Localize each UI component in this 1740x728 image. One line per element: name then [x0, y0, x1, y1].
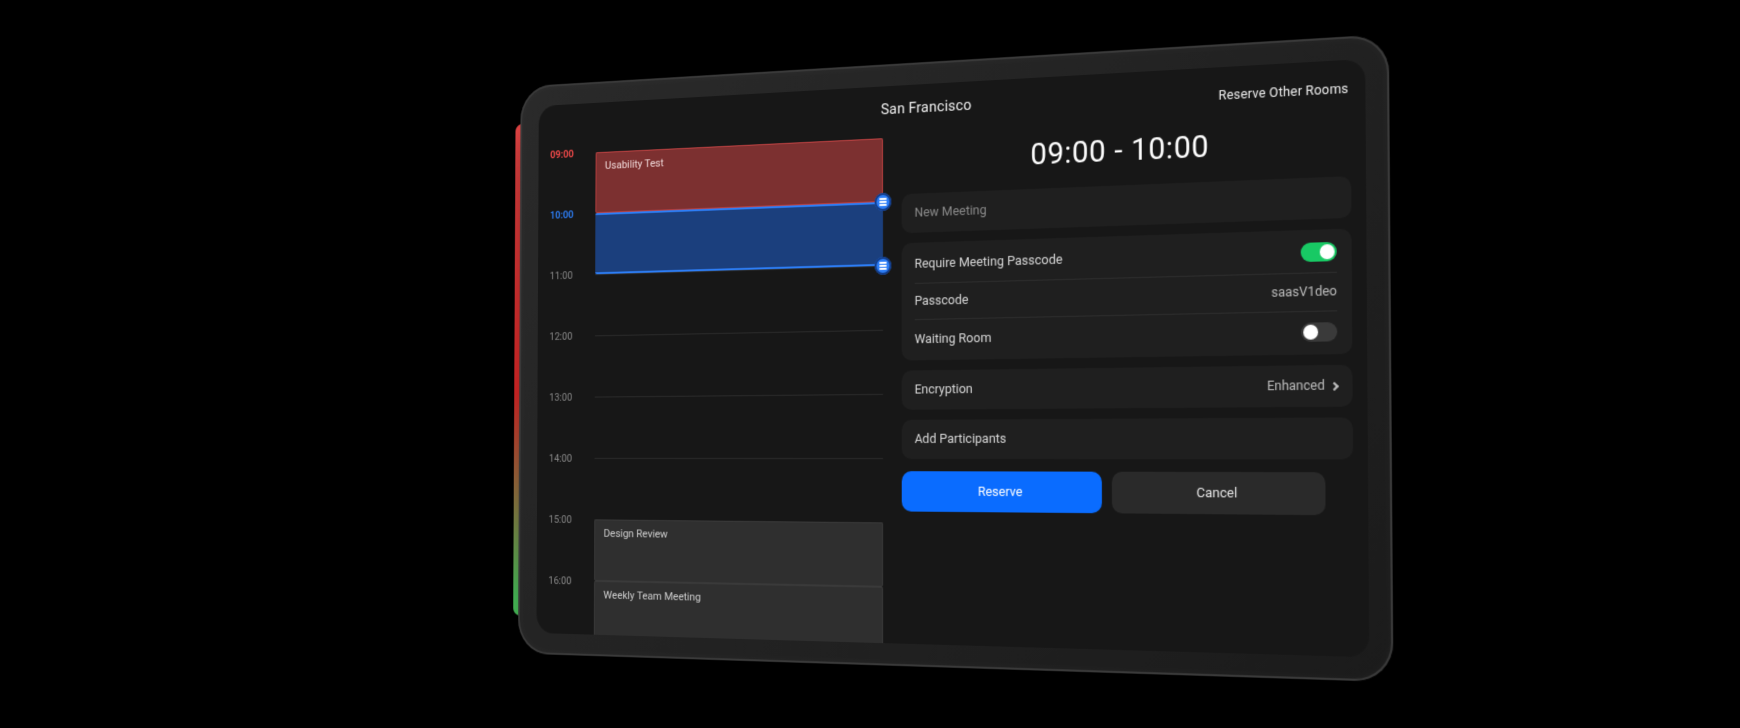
selection-handle-end[interactable]	[874, 257, 891, 275]
meeting-topic-placeholder: New Meeting	[914, 203, 986, 221]
hour-label: 16:00	[548, 574, 571, 587]
selected-time-range: 09:00 - 10:00	[901, 109, 1351, 184]
encryption-value: Enhanced	[1267, 378, 1325, 395]
passcode-value[interactable]: saasV1deo	[1271, 284, 1337, 302]
encryption-row[interactable]: Encryption Enhanced	[901, 365, 1352, 410]
room-name: San Francisco	[881, 96, 972, 119]
calendar-event[interactable]: Design Review	[594, 519, 883, 586]
hour-label: 11:00	[550, 269, 573, 282]
add-participants-row[interactable]: Add Participants	[901, 417, 1353, 459]
screen: San Francisco Reserve Other Rooms 09:00 1…	[536, 59, 1369, 658]
reservation-panel: 09:00 - 10:00 New Meeting Require Meetin…	[901, 109, 1354, 644]
schedule-timeline[interactable]: 09:00 10:00 11:00 12:00 13:00 14:00 15:00 16:00…	[548, 132, 888, 631]
passcode-label: Passcode	[914, 293, 968, 309]
chevron-right-icon	[1330, 381, 1339, 390]
hour-label: 15:00	[549, 513, 572, 526]
reserve-other-rooms-link[interactable]: Reserve Other Rooms	[1219, 81, 1349, 104]
hour-gridline	[595, 394, 883, 398]
selection-handle-start[interactable]	[874, 193, 891, 212]
encryption-label: Encryption	[914, 382, 972, 398]
hour-label: 12:00	[549, 330, 572, 343]
hour-label: 10:00	[550, 208, 574, 221]
hour-label: 13:00	[549, 391, 572, 404]
room-scheduling-tablet: San Francisco Reserve Other Rooms 09:00 1…	[518, 34, 1393, 682]
require-passcode-toggle[interactable]	[1301, 242, 1337, 262]
hour-gridline	[595, 458, 883, 459]
waiting-room-toggle[interactable]	[1301, 322, 1337, 342]
waiting-room-label: Waiting Room	[914, 330, 991, 347]
security-settings-card: Require Meeting Passcode Passcode saasV1…	[901, 229, 1352, 361]
cancel-button[interactable]: Cancel	[1112, 472, 1326, 515]
meeting-topic-input[interactable]: New Meeting	[901, 176, 1351, 233]
time-selection[interactable]	[595, 202, 882, 274]
hour-gridline	[595, 330, 883, 337]
hour-label: 14:00	[549, 452, 572, 464]
reserve-button[interactable]: Reserve	[901, 471, 1101, 513]
calendar-event[interactable]: Usability Test	[595, 138, 882, 213]
hour-label: 09:00	[550, 147, 574, 160]
